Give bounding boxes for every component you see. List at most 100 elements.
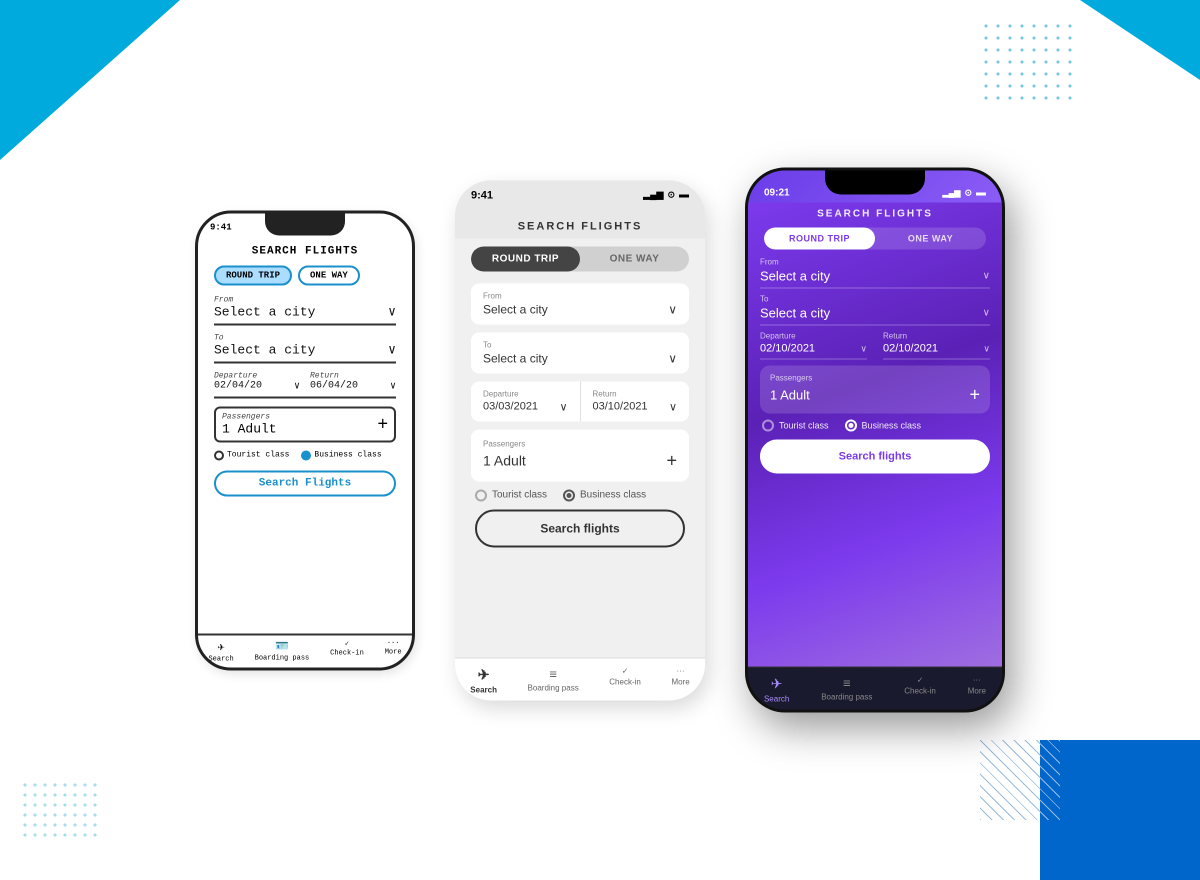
- final-business-circle: [845, 420, 857, 432]
- final-nav-more[interactable]: ··· More: [968, 676, 986, 704]
- final-nav-search[interactable]: ✈ Search: [764, 676, 789, 704]
- final-tourist-radio[interactable]: Tourist class: [762, 420, 829, 432]
- wire-from-field[interactable]: From Select a city ∨: [471, 283, 689, 324]
- final-to-chevron: ∨: [983, 308, 990, 319]
- wire-nav-boarding[interactable]: ≡ Boarding pass: [528, 666, 579, 694]
- sketch-nav-boarding[interactable]: 🪪 Boarding pass: [255, 639, 310, 663]
- final-nav-checkin[interactable]: ✓ Check-in: [904, 676, 936, 704]
- wire-time: 9:41: [471, 189, 493, 201]
- final-dep-value: 02/10/2021 ∨: [760, 343, 867, 360]
- sketch-add-passenger-icon[interactable]: +: [377, 414, 388, 435]
- wire-return-col[interactable]: Return 03/10/2021 ∨: [581, 381, 690, 421]
- sketch-boarding-icon: 🪪: [275, 639, 289, 653]
- final-title: SEARCH FLIGHTS: [748, 203, 1002, 224]
- final-notch: [825, 171, 925, 195]
- wire-ret-chevron: ∨: [669, 400, 677, 413]
- final-from-field[interactable]: From Select a city ∨: [760, 258, 990, 289]
- final-pass-row: 1 Adult +: [770, 385, 980, 406]
- wire-search-icon: ✈: [478, 666, 490, 683]
- final-ret-label: Return: [883, 332, 990, 341]
- sketch-nav-checkin[interactable]: ✓ Check-in: [330, 639, 364, 663]
- final-screen: SEARCH FLIGHTS ROUND TRIP ONE WAY From S…: [748, 203, 1002, 667]
- wire-nav: ✈ Search ≡ Boarding pass ✓ Check-in ··· …: [455, 657, 705, 700]
- final-return-col[interactable]: Return 02/10/2021 ∨: [883, 332, 990, 360]
- sketch-toggle[interactable]: ROUND TRIP ONE WAY: [214, 265, 396, 285]
- sketch-nav-more[interactable]: ··· More: [385, 639, 402, 663]
- final-round-trip-btn[interactable]: ROUND TRIP: [764, 228, 875, 250]
- final-to-value: Select a city ∨: [760, 306, 990, 326]
- sketch-to-value: Select a city ∨: [214, 342, 396, 357]
- wire-screen: SEARCH FLIGHTS ROUND TRIP ONE WAY From S…: [455, 210, 705, 657]
- phones-container: 9:41 SEARCH FLIGHTS ROUND TRIP ONE WAY F…: [195, 168, 1005, 713]
- sketch-from-field[interactable]: From Select a city ∨: [214, 295, 396, 325]
- final-ret-value: 02/10/2021 ∨: [883, 343, 990, 360]
- wire-search-btn[interactable]: Search flights: [475, 509, 685, 547]
- final-to-field[interactable]: To Select a city ∨: [760, 295, 990, 326]
- wire-tourist-radio[interactable]: Tourist class: [475, 489, 547, 501]
- wire-nav-more[interactable]: ··· More: [671, 666, 689, 694]
- wire-ret-value: 03/10/2021 ∨: [593, 400, 678, 413]
- phone-sketch: 9:41 SEARCH FLIGHTS ROUND TRIP ONE WAY F…: [195, 210, 415, 670]
- wire-pass-row: 1 Adult +: [483, 450, 677, 471]
- final-add-passenger-btn[interactable]: +: [969, 385, 980, 406]
- wire-wifi-icon: ⊙: [667, 190, 675, 201]
- final-from-label: From: [760, 258, 990, 267]
- wire-pass-value: 1 Adult: [483, 453, 526, 469]
- wire-to-chevron: ∨: [668, 351, 677, 365]
- final-wifi-icon: ⊙: [964, 188, 972, 199]
- bg-decoration-tl: [0, 0, 180, 160]
- sketch-dates: Departure 02/04/20 ∨ Return 06/04/20 ∨: [214, 371, 396, 398]
- final-toggle[interactable]: ROUND TRIP ONE WAY: [764, 228, 986, 250]
- sketch-departure[interactable]: Departure 02/04/20 ∨: [214, 371, 300, 392]
- sketch-one-way-btn[interactable]: ONE WAY: [298, 265, 360, 285]
- wire-round-trip-btn[interactable]: ROUND TRIP: [471, 246, 580, 271]
- sketch-return[interactable]: Return 06/04/20 ∨: [310, 371, 396, 392]
- sketch-dep-value: 02/04/20 ∨: [214, 380, 300, 392]
- sketch-tourist-radio[interactable]: Tourist class: [214, 450, 289, 460]
- bg-dots-tr: [980, 20, 1080, 100]
- wire-nav-checkin[interactable]: ✓ Check-in: [609, 666, 641, 694]
- sketch-content: SEARCH FLIGHTS ROUND TRIP ONE WAY From S…: [198, 241, 412, 633]
- wire-tourist-circle: [475, 489, 487, 501]
- final-business-radio[interactable]: Business class: [845, 420, 922, 432]
- wire-toggle[interactable]: ROUND TRIP ONE WAY: [471, 246, 689, 271]
- final-form: From Select a city ∨ To Select a city ∨: [748, 258, 1002, 667]
- sketch-business-radio[interactable]: Business class: [301, 450, 381, 460]
- wire-one-way-btn[interactable]: ONE WAY: [580, 246, 689, 271]
- sketch-search-btn[interactable]: Search Flights: [214, 470, 396, 496]
- wire-nav-search[interactable]: ✈ Search: [470, 666, 497, 694]
- final-one-way-btn[interactable]: ONE WAY: [875, 228, 986, 250]
- wire-from-label: From: [483, 291, 677, 300]
- sketch-search-icon: ✈: [217, 639, 224, 654]
- wire-departure-col[interactable]: Departure 03/03/2021 ∨: [471, 381, 581, 421]
- wire-passengers-card: Passengers 1 Adult +: [471, 429, 689, 481]
- sketch-more-icon: ···: [387, 639, 400, 647]
- wire-business-radio[interactable]: Business class: [563, 489, 646, 501]
- wire-to-field[interactable]: To Select a city ∨: [471, 332, 689, 373]
- final-class-row: Tourist class Business class: [760, 420, 990, 432]
- wire-add-passenger-btn[interactable]: +: [666, 450, 677, 471]
- phone-wireframe: 9:41 ▂▄▆ ⊙ ▬ SEARCH FLIGHTS ROUND TRIP O…: [455, 180, 705, 700]
- final-to-label: To: [760, 295, 990, 304]
- wire-dates-row: Departure 03/03/2021 ∨ Return 03/10/2021…: [471, 381, 689, 421]
- sketch-passengers[interactable]: Passengers 1 Adult +: [214, 406, 396, 442]
- sketch-round-trip-btn[interactable]: ROUND TRIP: [214, 265, 292, 285]
- final-time: 09:21: [764, 188, 790, 199]
- sketch-pass-value: 1 Adult: [222, 421, 277, 436]
- final-pass-label: Passengers: [770, 374, 980, 383]
- final-battery-icon: ▬: [976, 188, 986, 199]
- wire-status-icons: ▂▄▆ ⊙ ▬: [643, 190, 689, 201]
- sketch-nav-search[interactable]: ✈ Search: [208, 639, 233, 663]
- sketch-from-label: From: [214, 295, 396, 304]
- final-signal-icon: ▂▄▆: [942, 189, 960, 198]
- final-departure-col[interactable]: Departure 02/10/2021 ∨: [760, 332, 867, 360]
- wire-checkin-icon: ✓: [622, 666, 629, 675]
- sketch-to-field[interactable]: To Select a city ∨: [214, 333, 396, 363]
- final-nav-boarding[interactable]: ≡ Boarding pass: [821, 676, 872, 704]
- wire-signal-icon: ▂▄▆: [643, 190, 663, 201]
- sketch-tourist-circle: [214, 450, 224, 460]
- final-search-btn[interactable]: Search flights: [760, 440, 990, 474]
- final-dates-row: Departure 02/10/2021 ∨ Return 02/10/2021…: [760, 332, 990, 360]
- sketch-from-value: Select a city ∨: [214, 304, 396, 319]
- final-checkin-icon: ✓: [917, 676, 924, 685]
